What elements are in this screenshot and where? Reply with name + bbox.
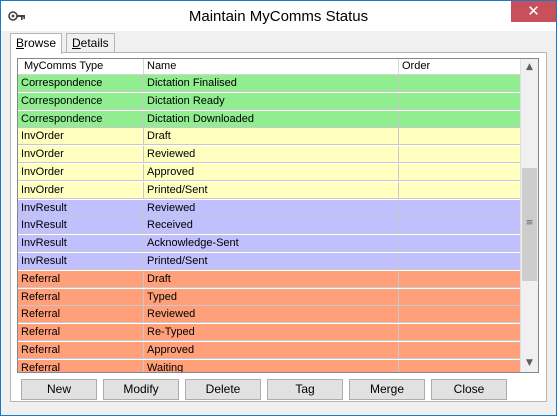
cell-type: InvOrder xyxy=(18,146,144,164)
cell-name: Dictation Downloaded xyxy=(144,110,399,128)
cell-order xyxy=(399,342,522,359)
table-row[interactable]: InvOrder Printed/Sent xyxy=(18,181,522,199)
cell-name: Printed/Sent xyxy=(144,181,399,199)
table-row[interactable]: InvResult Acknowledge-Sent xyxy=(18,235,522,253)
tab-details-label: etails xyxy=(80,36,109,50)
table-row[interactable]: InvOrder Reviewed xyxy=(18,146,522,164)
cell-order xyxy=(399,146,522,164)
cell-type: InvOrder xyxy=(18,164,144,181)
cell-name: Dictation Ready xyxy=(144,92,399,110)
cell-type: Correspondence xyxy=(18,110,144,128)
close-icon: ✕ xyxy=(527,2,540,20)
scroll-down-icon[interactable]: ▼ xyxy=(521,355,538,372)
cell-name: Re-Typed xyxy=(144,324,399,342)
table-row[interactable]: InvResult Reviewed xyxy=(18,199,522,217)
cell-order xyxy=(399,270,522,288)
tag-button[interactable]: Tag xyxy=(267,379,343,400)
cell-order xyxy=(399,288,522,306)
cell-name: Approved xyxy=(144,342,399,359)
cell-order xyxy=(399,110,522,128)
title-bar[interactable]: Maintain MyComms Status ✕ xyxy=(1,1,556,31)
table-row[interactable]: Correspondence Dictation Finalised xyxy=(18,75,522,92)
column-header-order[interactable]: Order xyxy=(399,59,522,74)
cell-type: Correspondence xyxy=(18,75,144,92)
cell-order xyxy=(399,128,522,146)
cell-order xyxy=(399,324,522,342)
cell-name: Acknowledge-Sent xyxy=(144,235,399,253)
close-button[interactable]: Close xyxy=(431,379,507,400)
table-row[interactable]: InvOrder Draft xyxy=(18,128,522,146)
tab-details[interactable]: Details xyxy=(66,33,115,52)
client-area: Browse Details MyComms Type Name Order C… xyxy=(7,31,550,409)
table-row[interactable]: Referral Reviewed xyxy=(18,306,522,324)
column-header-type[interactable]: MyComms Type xyxy=(18,59,144,74)
cell-name: Draft xyxy=(144,270,399,288)
cell-name: Printed/Sent xyxy=(144,253,399,270)
window-title: Maintain MyComms Status xyxy=(188,8,369,25)
cell-order xyxy=(399,181,522,199)
grid-header: MyComms Type Name Order xyxy=(18,59,522,75)
cell-type: Referral xyxy=(18,306,144,324)
cell-name: Draft xyxy=(144,128,399,146)
cell-type: Referral xyxy=(18,324,144,342)
table-row[interactable]: Correspondence Dictation Ready xyxy=(18,92,522,110)
cell-type: InvOrder xyxy=(18,128,144,146)
cell-type: InvResult xyxy=(18,199,144,217)
tab-browse-label: rowse xyxy=(24,36,57,50)
cell-name: Typed xyxy=(144,288,399,306)
merge-button[interactable]: Merge xyxy=(349,379,425,400)
table-row[interactable]: Referral Waiting xyxy=(18,359,522,372)
main-window: Maintain MyComms Status ✕ Browse Details… xyxy=(0,0,557,416)
cell-type: Referral xyxy=(18,342,144,359)
cell-type: InvResult xyxy=(18,235,144,253)
browse-panel: MyComms Type Name Order Correspondence Di… xyxy=(10,52,547,402)
delete-button[interactable]: Delete xyxy=(185,379,261,400)
close-window-button[interactable]: ✕ xyxy=(511,1,556,22)
cell-order xyxy=(399,235,522,253)
cell-order xyxy=(399,199,522,217)
scroll-up-icon[interactable]: ▲ xyxy=(521,59,538,76)
cell-name: Reviewed xyxy=(144,199,399,217)
cell-order xyxy=(399,164,522,181)
cell-order xyxy=(399,92,522,110)
cell-type: Referral xyxy=(18,270,144,288)
table-row[interactable]: Referral Draft xyxy=(18,270,522,288)
table-row[interactable]: InvResult Received xyxy=(18,217,522,235)
cell-type: Referral xyxy=(18,359,144,372)
table-row[interactable]: Referral Typed xyxy=(18,288,522,306)
cell-order xyxy=(399,306,522,324)
table-row[interactable]: Correspondence Dictation Downloaded xyxy=(18,110,522,128)
cell-type: InvResult xyxy=(18,217,144,235)
modify-button[interactable]: Modify xyxy=(103,379,179,400)
cell-type: Correspondence xyxy=(18,92,144,110)
cell-order xyxy=(399,359,522,372)
new-button[interactable]: New xyxy=(21,379,97,400)
cell-type: InvOrder xyxy=(18,181,144,199)
tab-browse-accel: B xyxy=(16,36,25,50)
cell-name: Reviewed xyxy=(144,146,399,164)
table-row[interactable]: Referral Approved xyxy=(18,342,522,359)
grip-icon: ≡ xyxy=(525,218,534,228)
cell-name: Waiting xyxy=(144,359,399,372)
status-grid[interactable]: MyComms Type Name Order Correspondence Di… xyxy=(17,58,539,373)
cell-name: Received xyxy=(144,217,399,235)
cell-name: Reviewed xyxy=(144,306,399,324)
table-row[interactable]: InvResult Printed/Sent xyxy=(18,253,522,270)
scroll-thumb[interactable]: ≡ xyxy=(522,168,537,281)
cell-order xyxy=(399,253,522,270)
table-row[interactable]: InvOrder Approved xyxy=(18,164,522,181)
tab-details-accel: D xyxy=(72,36,81,50)
cell-order xyxy=(399,217,522,235)
cell-order xyxy=(399,75,522,92)
cell-type: Referral xyxy=(18,288,144,306)
cell-name: Approved xyxy=(144,164,399,181)
tab-browse[interactable]: Browse xyxy=(10,33,63,54)
cell-type: InvResult xyxy=(18,253,144,270)
column-header-name[interactable]: Name xyxy=(144,59,399,74)
table-row[interactable]: Referral Re-Typed xyxy=(18,324,522,342)
vertical-scrollbar[interactable]: ▲ ≡ ▼ xyxy=(520,59,538,372)
cell-name: Dictation Finalised xyxy=(144,75,399,92)
